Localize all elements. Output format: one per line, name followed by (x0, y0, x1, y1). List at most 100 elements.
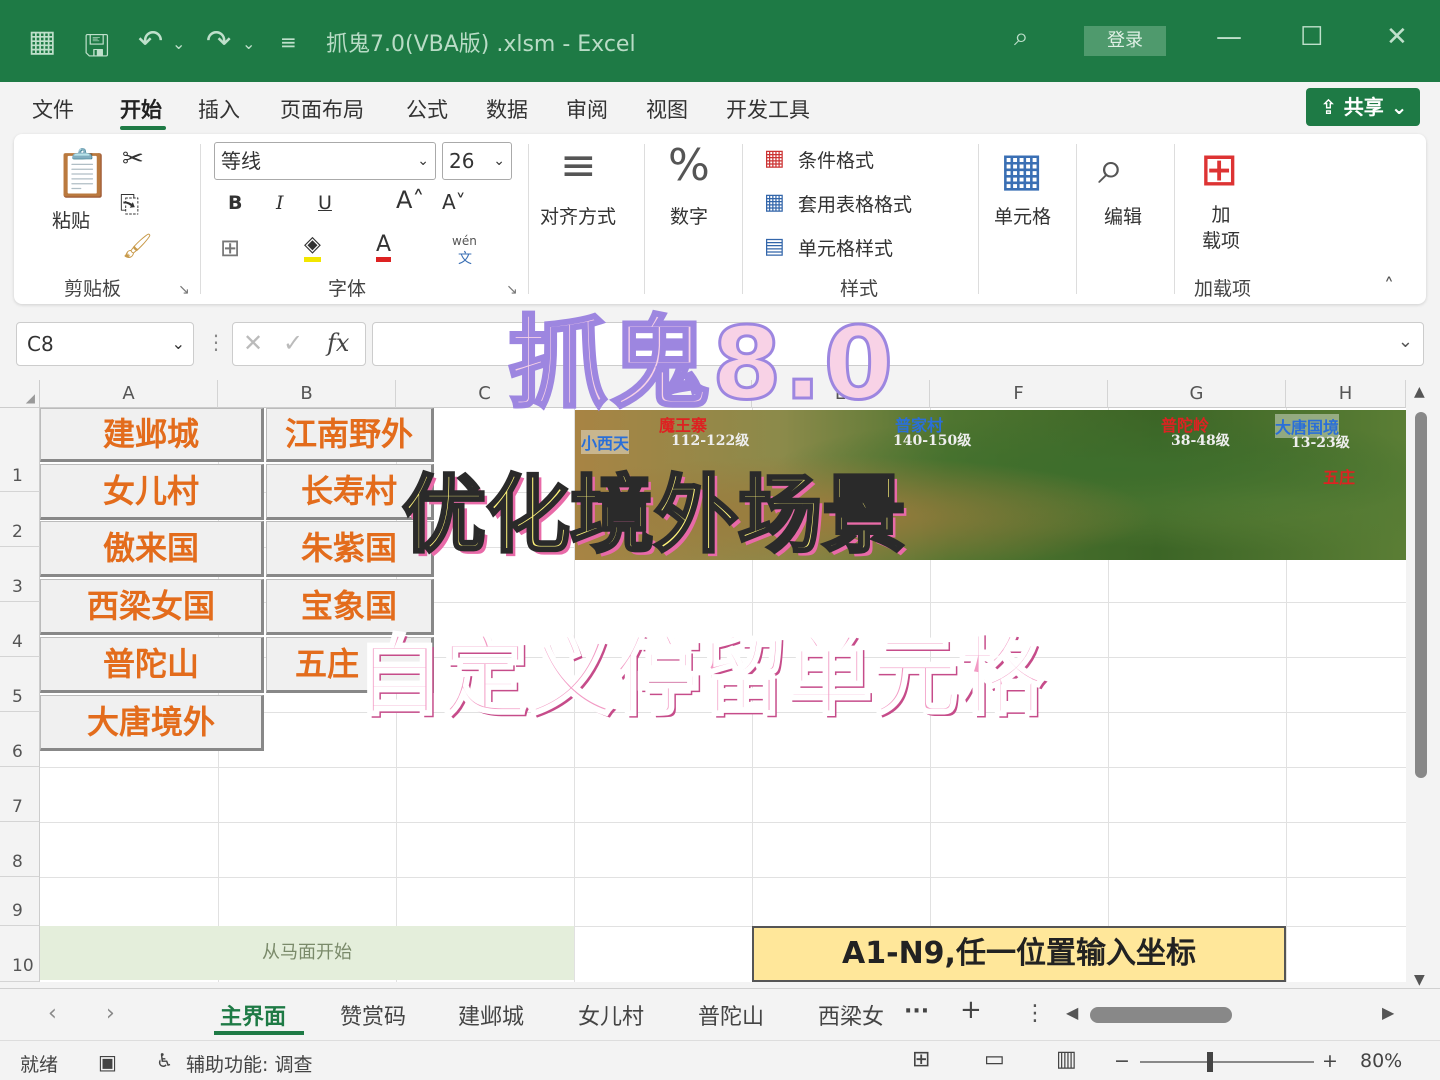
increase-font-icon[interactable]: A˄ (396, 186, 424, 214)
city-button-aolai[interactable]: 傲来国 (40, 521, 264, 577)
login-button[interactable]: 登录 (1084, 26, 1166, 56)
tab-data[interactable]: 数据 (486, 94, 528, 124)
row-header-8[interactable]: 8 (0, 822, 40, 877)
macro-record-icon[interactable]: ▣ (98, 1050, 117, 1074)
tab-review[interactable]: 审阅 (566, 94, 608, 124)
zoom-level[interactable]: 80% (1360, 1050, 1402, 1072)
bold-button[interactable]: B (228, 192, 242, 214)
phonetic-guide-label[interactable]: wén (452, 234, 477, 248)
cut-icon[interactable]: ✂ (122, 144, 144, 174)
city-button-putuo[interactable]: 普陀山 (40, 637, 264, 693)
sheet-options-icon[interactable]: ⋮ (1024, 1001, 1046, 1026)
city-button-datang[interactable]: 大唐境外 (40, 695, 264, 751)
name-box[interactable]: C8 ⌄ (16, 322, 194, 366)
zoom-out-icon[interactable]: − (1114, 1050, 1130, 1072)
scroll-down-icon[interactable]: ▼ (1414, 972, 1425, 988)
number-button[interactable]: 数字 (670, 202, 708, 229)
city-button-jianye[interactable]: 建邺城 (40, 408, 264, 462)
insert-function-button[interactable]: fx (327, 329, 349, 357)
row-header-4[interactable]: 4 (0, 602, 40, 657)
table-format-button[interactable]: 套用表格格式 (798, 190, 912, 217)
conditional-format-button[interactable]: 条件格式 (798, 146, 874, 173)
zoom-slider-thumb[interactable] (1206, 1052, 1213, 1072)
sheet-tab-xiliang[interactable]: 西梁女 (818, 999, 884, 1031)
expand-formula-icon[interactable]: ⌄ (1398, 331, 1413, 352)
row-header-7[interactable]: 7 (0, 767, 40, 822)
add-sheet-button[interactable]: + (960, 995, 982, 1025)
cells-button[interactable]: 单元格 (994, 202, 1051, 229)
editing-button[interactable]: 编辑 (1104, 202, 1142, 229)
borders-icon[interactable]: ⊞ (220, 234, 240, 262)
font-color-icon[interactable]: A (376, 232, 392, 262)
phonetic-guide-char[interactable]: 文 (458, 248, 472, 268)
undo-dropdown-icon[interactable]: ⌄ (172, 34, 185, 53)
zoom-in-icon[interactable]: + (1322, 1050, 1338, 1072)
column-header-a[interactable]: A (40, 380, 218, 408)
search-icon[interactable]: ⌕ (1014, 22, 1029, 53)
enter-icon[interactable]: ✓ (283, 329, 303, 357)
sheet-tab-jianye[interactable]: 建邺城 (458, 999, 524, 1031)
tab-file[interactable]: 文件 (32, 94, 74, 124)
row-header-1[interactable]: 1 (0, 408, 40, 492)
scroll-right-icon[interactable]: ▶ (1382, 1003, 1394, 1022)
more-sheets-icon[interactable]: ··· (904, 999, 929, 1024)
decrease-font-icon[interactable]: A˅ (442, 190, 466, 214)
tab-view[interactable]: 视图 (646, 94, 688, 124)
paste-label[interactable]: 粘贴 (52, 206, 90, 233)
maximize-icon[interactable]: ☐ (1300, 22, 1323, 52)
prev-sheet-icon[interactable]: ‹ (48, 1001, 57, 1026)
scroll-up-icon[interactable]: ▲ (1414, 384, 1425, 400)
copy-icon[interactable]: ⎘ (120, 190, 139, 218)
share-button[interactable]: ⇪ 共享 ⌄ (1306, 88, 1420, 126)
minimize-icon[interactable]: — (1216, 22, 1242, 52)
redo-icon[interactable]: ↷ (206, 24, 231, 59)
formula-bar-splitter-icon[interactable]: ⋮ (206, 330, 226, 354)
vertical-scrollbar[interactable]: ▲ ▼ (1408, 384, 1434, 988)
select-all-corner[interactable]: ◢ (0, 380, 40, 408)
save-icon[interactable]: 🖫 (84, 24, 110, 75)
tab-insert[interactable]: 插入 (198, 94, 240, 124)
underline-button[interactable]: U (318, 192, 332, 214)
tab-formulas[interactable]: 公式 (406, 94, 448, 124)
addins-icon[interactable]: ⊞ (1200, 142, 1239, 196)
format-painter-icon[interactable]: 🖌 (122, 232, 152, 260)
redo-dropdown-icon[interactable]: ⌄ (242, 34, 255, 53)
cancel-icon[interactable]: ✕ (243, 329, 263, 357)
cells-icon[interactable]: ▦ (1000, 142, 1043, 196)
sheet-tab-nuer[interactable]: 女儿村 (578, 999, 644, 1031)
row-header-2[interactable]: 2 (0, 492, 40, 547)
row-header-9[interactable]: 9 (0, 877, 40, 926)
column-header-h[interactable]: H (1286, 380, 1406, 408)
next-sheet-icon[interactable]: › (106, 1001, 115, 1026)
sheet-tab-zanshang[interactable]: 赞赏码 (340, 999, 406, 1031)
alignment-button[interactable]: 对齐方式 (540, 202, 616, 229)
sheet-tab-main[interactable]: 主界面 (220, 999, 286, 1031)
align-icon[interactable]: ≡ (560, 140, 597, 191)
quick-access-customize-icon[interactable]: ≡ (280, 30, 297, 54)
city-button-nuer[interactable]: 女儿村 (40, 464, 264, 520)
coordinate-input-cell[interactable]: A1-N9,任一位置输入坐标 (752, 926, 1286, 982)
column-header-b[interactable]: B (218, 380, 396, 408)
collapse-ribbon-icon[interactable]: ˄ (1384, 274, 1394, 298)
font-name-select[interactable]: 等线 ⌄ (214, 142, 436, 180)
tab-page-layout[interactable]: 页面布局 (280, 94, 364, 124)
row-header-10[interactable]: 10 (0, 926, 40, 982)
zoom-slider[interactable] (1140, 1061, 1314, 1063)
fill-color-icon[interactable]: ◈ (304, 232, 321, 262)
row-header-6[interactable]: 6 (0, 712, 40, 767)
paste-icon[interactable]: 📋 (54, 146, 111, 201)
normal-view-icon[interactable]: ⊞ (912, 1047, 930, 1072)
column-header-f[interactable]: F (930, 380, 1108, 408)
addins-button[interactable]: 加 载项 (1202, 202, 1240, 254)
row-header-3[interactable]: 3 (0, 547, 40, 602)
close-icon[interactable]: ✕ (1386, 22, 1408, 52)
page-layout-view-icon[interactable]: ▭ (984, 1047, 1005, 1072)
sheet-tab-putuo[interactable]: 普陀山 (698, 999, 764, 1031)
start-note-cell[interactable]: 从马面开始 (40, 926, 574, 980)
percent-icon[interactable]: % (668, 140, 710, 191)
scroll-left-icon[interactable]: ◀ (1066, 1003, 1078, 1022)
italic-button[interactable]: I (276, 192, 284, 214)
page-break-view-icon[interactable]: ▥ (1056, 1047, 1077, 1072)
accessibility-status[interactable]: 辅助功能: 调查 (186, 1050, 312, 1077)
font-size-select[interactable]: 26 ⌄ (442, 142, 512, 180)
